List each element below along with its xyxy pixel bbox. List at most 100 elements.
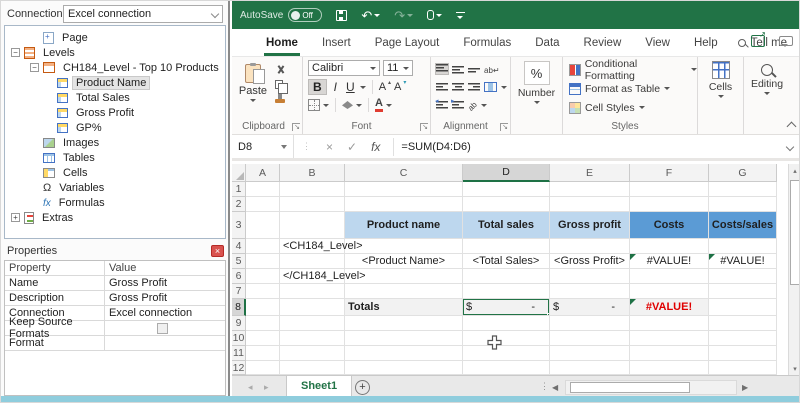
- grid-cell-G11[interactable]: [709, 346, 777, 361]
- undo-button[interactable]: ↶: [361, 9, 380, 22]
- grid-cell-B2[interactable]: [280, 197, 345, 212]
- collapse-icon[interactable]: −: [30, 63, 39, 72]
- grid-cell-E7[interactable]: [550, 284, 630, 299]
- expand-icon[interactable]: +: [11, 213, 20, 222]
- grid-cell-D10[interactable]: [463, 331, 550, 346]
- grid-cell-B7[interactable]: [280, 284, 345, 299]
- vertical-scroll-thumb[interactable]: [790, 180, 800, 285]
- grid-cell-C1[interactable]: [345, 182, 463, 197]
- row-header-8[interactable]: 8: [232, 299, 246, 316]
- grid-cell-F12[interactable]: [630, 361, 709, 375]
- scroll-right-icon[interactable]: ▶: [742, 383, 748, 392]
- grid-cell-C3[interactable]: Product name: [345, 212, 463, 239]
- orientation-icon[interactable]: [468, 96, 477, 114]
- grid-cell-D2[interactable]: [463, 197, 550, 212]
- row-header-5[interactable]: 5: [232, 254, 246, 269]
- grid-cell-F7[interactable]: [630, 284, 709, 299]
- tree-item-formulas[interactable]: Formulas: [5, 195, 225, 210]
- row-header-12[interactable]: 12: [232, 361, 246, 375]
- tab-review[interactable]: Review: [572, 29, 634, 56]
- chevron-down-icon[interactable]: [501, 86, 507, 89]
- row-header-4[interactable]: 4: [232, 239, 246, 254]
- property-row-format[interactable]: Format: [5, 336, 225, 351]
- grid-cell-F5[interactable]: #VALUE!: [630, 254, 709, 269]
- enter-icon[interactable]: ✓: [347, 140, 357, 154]
- column-header-D[interactable]: D: [463, 164, 550, 182]
- redo-button[interactable]: ↷: [394, 9, 413, 22]
- grid-cell-D4[interactable]: [463, 239, 550, 254]
- quick-access-toolbar-button[interactable]: [456, 12, 465, 19]
- sheet-tab-sheet1[interactable]: Sheet1: [286, 376, 352, 398]
- grid-cell-D6[interactable]: [463, 269, 550, 284]
- cut-icon[interactable]: [275, 65, 286, 75]
- grid-cell-C4[interactable]: [345, 239, 463, 254]
- formula-input[interactable]: =SUM(D4:D6): [401, 141, 787, 153]
- grid-cell-E3[interactable]: Gross profit: [550, 212, 630, 239]
- tree-item-tables[interactable]: Tables: [5, 150, 225, 165]
- grid-cell-D8[interactable]: $-: [463, 299, 550, 316]
- tree-item-cells[interactable]: Cells: [5, 165, 225, 180]
- grid-cell-E12[interactable]: [550, 361, 630, 375]
- grid-cell-A1[interactable]: [246, 182, 280, 197]
- comments-icon[interactable]: [779, 36, 793, 46]
- cell-styles-button[interactable]: Cell Styles: [569, 98, 697, 117]
- grid-cell-B9[interactable]: [280, 316, 345, 331]
- font-dialog-launcher[interactable]: ↘: [420, 123, 428, 131]
- grid-cell-E1[interactable]: [550, 182, 630, 197]
- bottom-align-icon[interactable]: [468, 64, 480, 74]
- grid-cell-G2[interactable]: [709, 197, 777, 212]
- align-left-icon[interactable]: [436, 82, 448, 92]
- grid-cell-B6[interactable]: </CH184_Level>: [280, 269, 345, 284]
- row-header-10[interactable]: 10: [232, 331, 246, 346]
- grid-cell-A12[interactable]: [246, 361, 280, 375]
- column-header-F[interactable]: F: [630, 164, 709, 182]
- column-header-B[interactable]: B: [280, 164, 345, 182]
- sheet-nav-left-icon[interactable]: ◂: [248, 382, 253, 393]
- grid-cell-A7[interactable]: [246, 284, 280, 299]
- grid-cell-C2[interactable]: [345, 197, 463, 212]
- cancel-icon[interactable]: ×: [326, 140, 333, 154]
- tree-item-gross-profit[interactable]: Gross Profit: [5, 105, 225, 120]
- column-header-G[interactable]: G: [709, 164, 777, 182]
- grid-cell-E4[interactable]: [550, 239, 630, 254]
- tree-item-ch184-level[interactable]: −CH184_Level - Top 10 Products: [5, 60, 225, 75]
- grid-cell-G8[interactable]: [709, 299, 777, 316]
- grid-cell-D9[interactable]: [463, 316, 550, 331]
- tab-data[interactable]: Data: [523, 29, 571, 56]
- grid-cell-F11[interactable]: [630, 346, 709, 361]
- column-header-E[interactable]: E: [550, 164, 630, 182]
- chevron-down-icon[interactable]: [481, 104, 487, 107]
- row-header-7[interactable]: 7: [232, 284, 246, 299]
- tree-item-gp-percent[interactable]: GP%: [5, 120, 225, 135]
- grid-cell-A11[interactable]: [246, 346, 280, 361]
- chevron-down-icon[interactable]: [360, 86, 366, 89]
- grid-cell-F8[interactable]: #VALUE!: [630, 299, 709, 316]
- save-button[interactable]: [336, 10, 347, 21]
- grid-cell-A6[interactable]: [246, 269, 280, 284]
- grid-cell-G7[interactable]: [709, 284, 777, 299]
- grid-cell-G12[interactable]: [709, 361, 777, 375]
- grid-cell-D5[interactable]: <Total Sales>: [463, 254, 550, 269]
- tab-help[interactable]: Help: [682, 29, 730, 56]
- touch-mode-button[interactable]: [427, 10, 442, 20]
- expand-formula-bar-icon[interactable]: [786, 142, 794, 150]
- italic-button[interactable]: I: [330, 80, 341, 94]
- grid-cell-E6[interactable]: [550, 269, 630, 284]
- align-right-icon[interactable]: [468, 82, 480, 92]
- grid-cell-G3[interactable]: Costs/sales: [709, 212, 777, 239]
- editing-group-button[interactable]: Editing: [744, 57, 790, 134]
- grid-cell-F4[interactable]: [630, 239, 709, 254]
- column-header-A[interactable]: A: [246, 164, 280, 182]
- grid-cell-E5[interactable]: <Gross Profit>: [550, 254, 630, 269]
- column-header-C[interactable]: C: [345, 164, 463, 182]
- collapse-icon[interactable]: −: [11, 48, 20, 57]
- horizontal-scrollbar[interactable]: [565, 380, 737, 395]
- underline-button[interactable]: U: [344, 80, 357, 94]
- property-row-keep-source-formats[interactable]: Keep Source Formats: [5, 321, 225, 336]
- cells-group-button[interactable]: Cells: [698, 57, 744, 134]
- chevron-down-icon[interactable]: [356, 104, 362, 107]
- scroll-up-icon[interactable]: ▴: [789, 164, 800, 177]
- increase-font-size-button[interactable]: A: [379, 81, 391, 93]
- grid-cell-G10[interactable]: [709, 331, 777, 346]
- grid-cell-C12[interactable]: [345, 361, 463, 375]
